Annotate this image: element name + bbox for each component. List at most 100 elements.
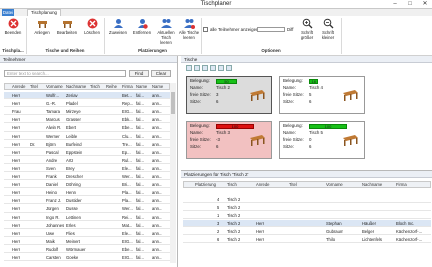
aktuellen-tisch-leeren-button[interactable]: Aktuellen Tisch leeren bbox=[155, 18, 177, 45]
search-input[interactable]: Enter text to search... bbox=[4, 70, 126, 77]
table-row[interactable] bbox=[183, 236, 431, 243]
table-row[interactable] bbox=[4, 197, 170, 205]
table-cell: 1 bbox=[217, 213, 220, 218]
table-row[interactable] bbox=[4, 222, 170, 229]
table-cell: Herr bbox=[12, 255, 21, 260]
column-header[interactable]: Vorname bbox=[326, 181, 343, 188]
table-cell: Frank bbox=[46, 174, 57, 179]
column-header[interactable]: Titel bbox=[30, 83, 38, 90]
card-value: Tisch 5 bbox=[309, 130, 323, 135]
table-row[interactable] bbox=[183, 212, 431, 219]
table-cell: Bet... bbox=[122, 93, 132, 98]
table-row[interactable] bbox=[4, 189, 170, 197]
table-cell: G.-R. bbox=[46, 101, 57, 107]
beenden-button[interactable]: Beenden bbox=[3, 18, 23, 44]
layout-icon[interactable] bbox=[210, 65, 216, 71]
table-row[interactable] bbox=[4, 181, 170, 189]
table-cell: Erles bbox=[66, 222, 76, 228]
table-row[interactable] bbox=[183, 220, 431, 227]
find-button[interactable]: Find bbox=[129, 70, 149, 77]
maximize-button[interactable]: □ bbox=[403, 0, 417, 9]
zuweisen-button[interactable]: Zuweisen bbox=[107, 18, 129, 44]
anlegen-button[interactable]: Anlegen bbox=[31, 18, 53, 44]
tab-tischplanung[interactable]: Tischplanung bbox=[27, 9, 61, 16]
bearbeiten-button[interactable]: Bearbeiten bbox=[54, 18, 80, 44]
table-cell: Herr bbox=[12, 93, 21, 98]
tab-file[interactable]: Datei bbox=[2, 9, 14, 16]
card-value: 6 bbox=[309, 144, 312, 149]
column-header[interactable]: Platzierung bbox=[195, 181, 216, 188]
table-cell: Lichtenfels bbox=[362, 237, 383, 242]
column-header[interactable]: Nachname bbox=[362, 181, 382, 188]
table-cell: Jürgen bbox=[46, 206, 59, 212]
table-row[interactable] bbox=[4, 238, 170, 245]
layout-icon[interactable] bbox=[226, 65, 232, 71]
table-cell: Gubraum bbox=[326, 229, 344, 234]
column-header[interactable]: Vorname bbox=[46, 83, 63, 90]
column-header[interactable]: Name bbox=[152, 83, 163, 90]
column-header[interactable]: Firma bbox=[396, 181, 407, 188]
column-header[interactable]: Tisch bbox=[90, 83, 100, 90]
minimize-button[interactable]: – bbox=[388, 0, 402, 9]
show-all-checkbox[interactable] bbox=[203, 27, 208, 32]
table-row[interactable] bbox=[4, 149, 170, 156]
layout-icon[interactable] bbox=[186, 65, 192, 71]
alle-tische-leeren-button[interactable]: Alle Tische leeren bbox=[178, 18, 200, 44]
table-cell: Kächenzorf-... bbox=[396, 229, 423, 234]
table-cell: ann... bbox=[152, 230, 163, 236]
table-row[interactable] bbox=[183, 196, 431, 203]
scroll-thumb[interactable] bbox=[171, 92, 175, 114]
table-cell: Alwin R. bbox=[46, 125, 62, 131]
table-row[interactable] bbox=[4, 214, 170, 221]
column-header[interactable]: Name bbox=[136, 83, 147, 90]
table-row[interactable] bbox=[4, 157, 170, 164]
diff-slider[interactable] bbox=[257, 27, 285, 32]
table-row[interactable] bbox=[4, 116, 170, 124]
assign-user-icon bbox=[113, 19, 123, 28]
column-header[interactable]: Anrede bbox=[12, 83, 26, 90]
table-cell: Henn bbox=[66, 190, 77, 196]
clear-button[interactable]: Clear bbox=[151, 70, 171, 77]
table-cell: Wer... bbox=[122, 206, 133, 212]
table-row[interactable] bbox=[4, 124, 170, 132]
table-row[interactable] bbox=[183, 204, 431, 211]
close-button[interactable]: ✕ bbox=[418, 0, 432, 9]
table-row[interactable] bbox=[4, 92, 170, 100]
table-row[interactable] bbox=[4, 100, 170, 108]
table-row[interactable] bbox=[4, 254, 170, 262]
table-cell: Dusse bbox=[66, 206, 78, 212]
table-row[interactable] bbox=[183, 228, 431, 235]
layout-icon[interactable] bbox=[194, 65, 200, 71]
schrift-kleiner-button[interactable]: Schrift kleiner bbox=[318, 18, 338, 44]
column-header[interactable]: Nachname bbox=[66, 83, 86, 90]
table-row[interactable] bbox=[4, 141, 170, 148]
table-cell: Döhring bbox=[66, 182, 81, 188]
table-row[interactable] bbox=[4, 108, 170, 116]
schrift-groesser-button[interactable]: Schrift größer bbox=[297, 18, 317, 44]
table-cell: Wörmauer bbox=[66, 246, 86, 252]
table-cell: fal... bbox=[136, 222, 144, 228]
card-label: freie Sitze: bbox=[190, 92, 211, 97]
table-cell: fal... bbox=[136, 141, 144, 147]
column-header[interactable]: Tisch bbox=[227, 181, 237, 188]
table-row[interactable] bbox=[4, 133, 170, 140]
table-cell: Häußer bbox=[362, 221, 376, 226]
table-row[interactable] bbox=[4, 205, 170, 213]
layout-icon[interactable] bbox=[202, 65, 208, 71]
table-row[interactable] bbox=[4, 173, 170, 181]
table-cell: ann... bbox=[152, 149, 163, 155]
table-row[interactable] bbox=[4, 246, 170, 254]
loeschen-button[interactable]: Löschen bbox=[82, 18, 102, 44]
column-header[interactable]: Firma bbox=[122, 83, 133, 90]
table-cell: Herr bbox=[12, 230, 21, 236]
table-cell: fal... bbox=[136, 182, 144, 188]
column-header[interactable]: Titel bbox=[289, 181, 297, 188]
table-row[interactable] bbox=[4, 230, 170, 237]
column-header[interactable]: Reihe bbox=[106, 83, 117, 90]
table-row[interactable] bbox=[4, 165, 170, 173]
column-header[interactable]: Anrede bbox=[256, 181, 270, 188]
table-cell: Pla... bbox=[122, 190, 132, 196]
entfernen-button[interactable]: Entfernen bbox=[130, 18, 154, 44]
layout-icon[interactable] bbox=[218, 65, 224, 71]
table-cell: Tamara bbox=[46, 109, 60, 115]
